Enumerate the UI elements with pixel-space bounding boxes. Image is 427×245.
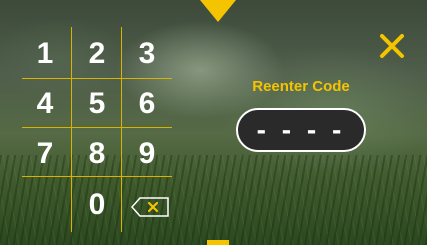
prompt-label: Reenter Code	[252, 78, 350, 95]
key-3[interactable]: 3	[122, 34, 172, 74]
key-1[interactable]: 1	[20, 34, 70, 74]
key-7[interactable]: 7	[20, 134, 70, 174]
key-6[interactable]: 6	[122, 84, 172, 124]
close-x-icon[interactable]	[376, 30, 408, 62]
key-0[interactable]: 0	[72, 185, 122, 225]
key-9[interactable]: 9	[122, 134, 172, 174]
chevron-down-icon[interactable]	[200, 0, 236, 22]
key-8[interactable]: 8	[72, 134, 122, 174]
grid-line	[22, 127, 172, 128]
key-2[interactable]: 2	[72, 34, 122, 74]
key-4[interactable]: 4	[20, 84, 70, 124]
backspace-icon[interactable]	[130, 196, 170, 218]
bottom-handle[interactable]	[207, 240, 229, 245]
key-5[interactable]: 5	[72, 84, 122, 124]
grid-line	[22, 176, 172, 177]
keypad: 1 2 3 4 5 6 7 8 9 0	[0, 0, 200, 245]
code-input[interactable]: - - - -	[236, 108, 366, 152]
grid-line	[22, 78, 172, 79]
